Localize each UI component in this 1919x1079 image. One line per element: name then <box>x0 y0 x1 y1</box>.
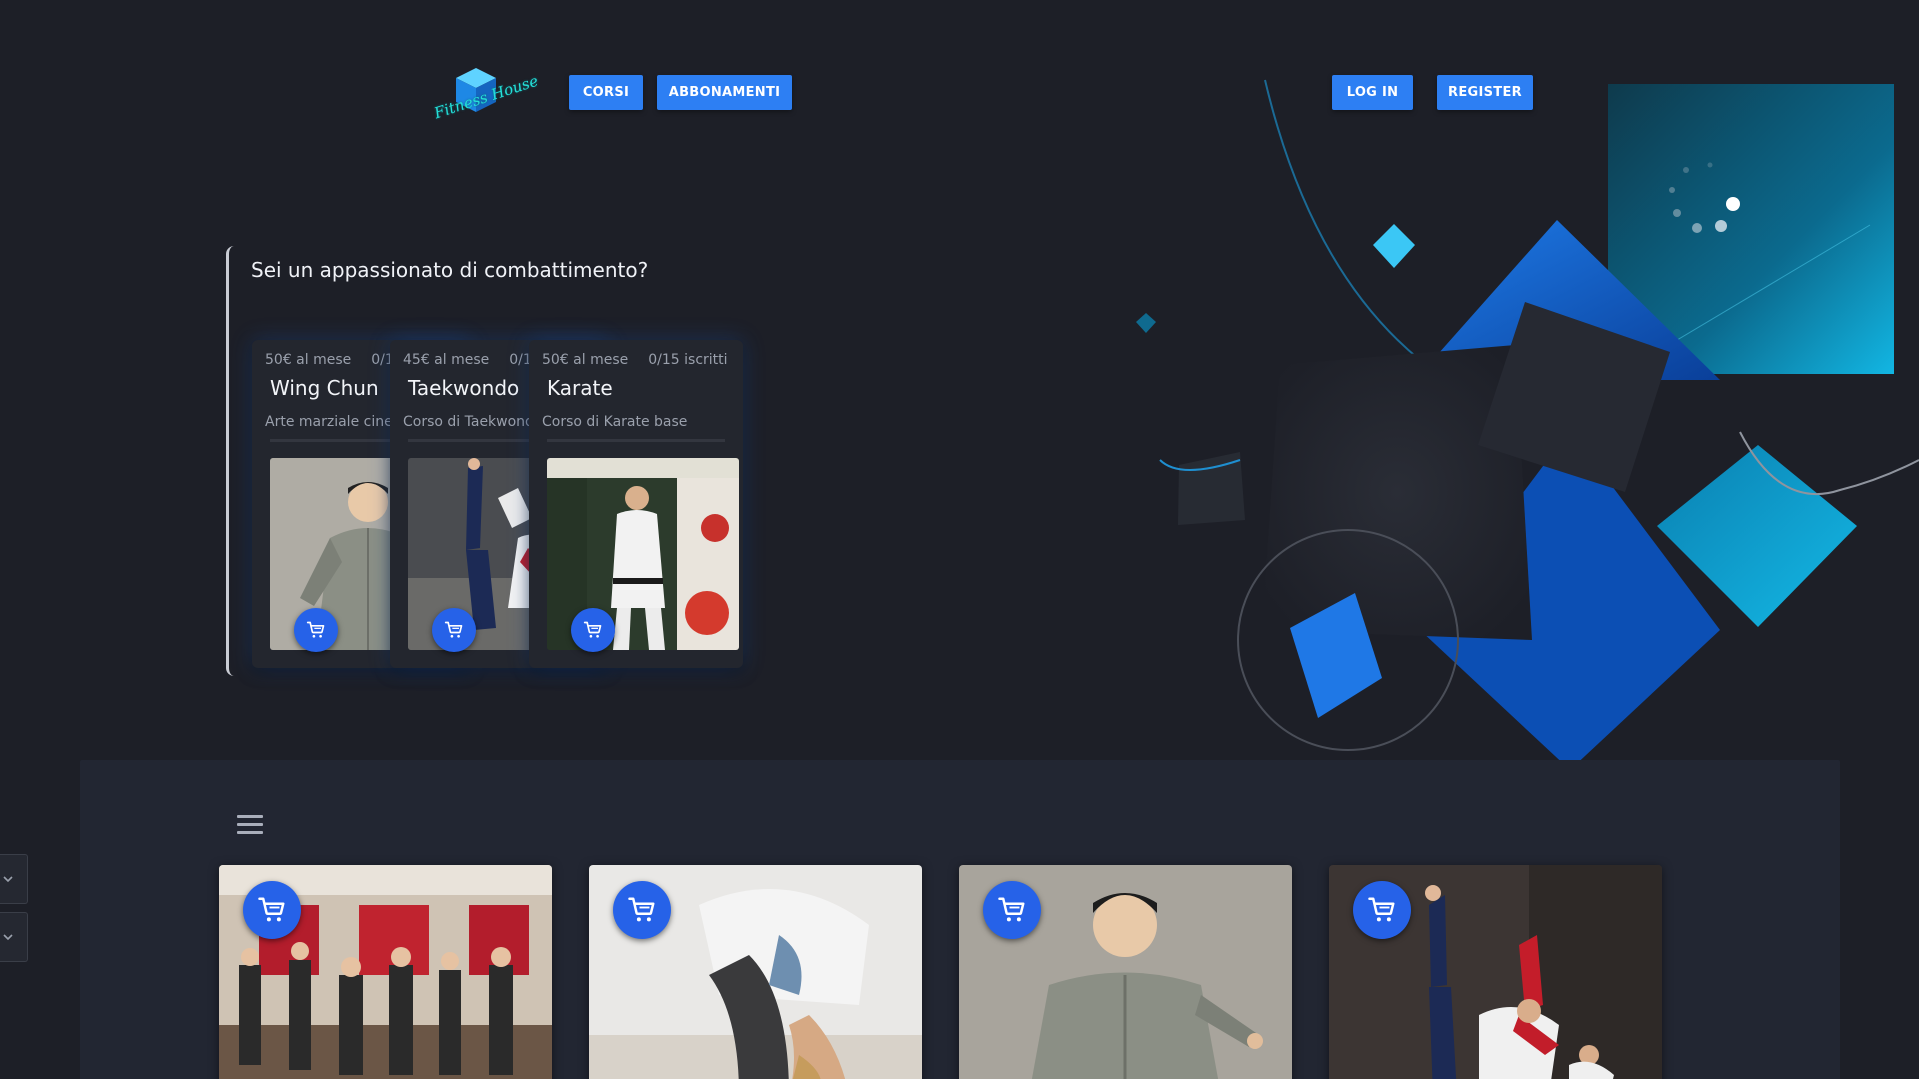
card-description: Corso di Taekwondo <box>403 414 543 430</box>
course-card-karate[interactable]: 50€ al mese 0/15 iscritti Karate Corso di… <box>529 340 743 668</box>
card-title: Wing Chun <box>270 376 379 400</box>
course-tile[interactable] <box>1329 865 1662 1079</box>
corsi-button[interactable]: CORSI <box>569 75 643 110</box>
add-to-cart-button[interactable] <box>243 881 301 939</box>
add-to-cart-button[interactable] <box>294 608 338 652</box>
card-title: Karate <box>547 376 613 400</box>
add-to-cart-button[interactable] <box>571 608 615 652</box>
card-divider <box>547 439 725 442</box>
card-description: Arte marziale cinese <box>265 414 409 430</box>
chevron-down-icon <box>3 934 13 941</box>
cart-icon <box>583 621 602 638</box>
card-meta: 50€ al mese 0/15 iscritti <box>542 352 728 368</box>
card-description: Corso di Karate base <box>542 414 688 430</box>
cart-icon <box>998 897 1025 922</box>
abbonamenti-button[interactable]: ABBONAMENTI <box>657 75 792 110</box>
add-to-cart-button[interactable] <box>613 881 671 939</box>
card-title: Taekwondo <box>408 376 520 400</box>
card-price: 50€ al mese <box>542 352 629 368</box>
hero-geometric-illustration <box>1136 79 1919 770</box>
hero-question: Sei un appassionato di combattimento? <box>251 258 649 282</box>
cart-icon <box>628 897 655 922</box>
add-to-cart-button[interactable] <box>1353 881 1411 939</box>
card-price: 50€ al mese <box>265 352 352 368</box>
cart-icon <box>1368 897 1395 922</box>
hamburger-icon[interactable] <box>237 815 263 837</box>
course-tile[interactable] <box>959 865 1292 1079</box>
add-to-cart-button[interactable] <box>432 608 476 652</box>
cart-icon <box>258 897 285 922</box>
course-tile[interactable] <box>219 865 552 1079</box>
add-to-cart-button[interactable] <box>983 881 1041 939</box>
fitness-house-logo[interactable]: Fitness House <box>428 62 540 128</box>
course-tile[interactable] <box>589 865 922 1079</box>
cart-icon <box>444 621 463 638</box>
side-toggle-tab[interactable] <box>0 854 28 904</box>
page: Fitness House CORSI ABBONAMENTI LOG IN R… <box>0 0 1919 1079</box>
chevron-down-icon <box>3 876 13 883</box>
card-enrolled: 0/15 iscritti <box>648 352 728 368</box>
side-toggle-tab[interactable] <box>0 912 28 962</box>
card-price: 45€ al mese <box>403 352 490 368</box>
cart-icon <box>306 621 325 638</box>
